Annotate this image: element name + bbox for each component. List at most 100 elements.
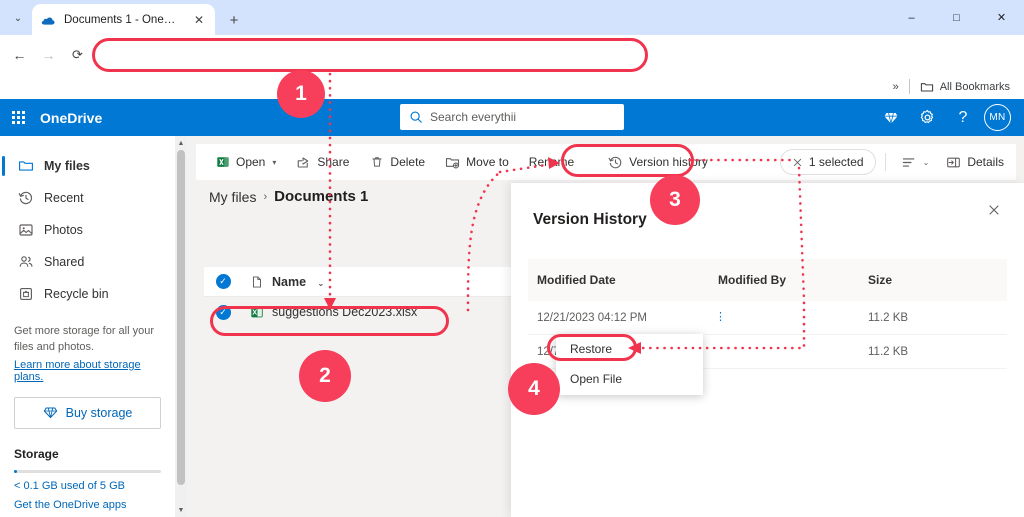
- share-icon: [296, 155, 311, 170]
- version-size: 11.2 KB: [868, 345, 909, 358]
- browser-tab-strip: ⌄ Documents 1 - OneDrive ✕ + – □ ✕: [0, 0, 1024, 35]
- open-button[interactable]: Open ▾: [206, 147, 285, 177]
- window-maximize-button[interactable]: □: [934, 0, 979, 35]
- trash-icon: [369, 155, 384, 170]
- chevron-down-icon[interactable]: ▾: [272, 158, 276, 167]
- chevron-down-icon[interactable]: ⌄: [923, 158, 930, 167]
- file-type-column-icon[interactable]: [242, 275, 272, 289]
- version-row-menu-icon[interactable]: ⋮: [715, 312, 726, 323]
- tab-close-icon[interactable]: ✕: [191, 12, 207, 28]
- history-clock-icon: [608, 155, 623, 170]
- excel-icon: [215, 155, 230, 170]
- move-to-label: Move to: [466, 155, 509, 169]
- onedrive-brand-label[interactable]: OneDrive: [40, 110, 102, 126]
- new-tab-button[interactable]: +: [222, 8, 246, 32]
- forward-icon[interactable]: →: [39, 45, 58, 64]
- move-to-button[interactable]: Move to: [436, 147, 518, 177]
- sort-button[interactable]: ⌄: [895, 147, 936, 177]
- scroll-down-icon[interactable]: ▼: [175, 503, 187, 517]
- back-icon[interactable]: ←: [10, 45, 29, 64]
- onedrive-apps-link[interactable]: Get the OneDrive apps: [14, 499, 161, 511]
- version-row[interactable]: 12/21/2023 04:12 PM ⋮ 11.2 KB: [528, 301, 1007, 335]
- version-row-context-menu: Restore Open File: [556, 334, 703, 395]
- storage-plans-link[interactable]: Learn more about storage plans.: [14, 359, 161, 383]
- bookmarks-divider: [908, 79, 910, 94]
- delete-button[interactable]: Delete: [360, 147, 434, 177]
- onedrive-cloud-icon: [41, 17, 55, 25]
- window-close-button[interactable]: ✕: [979, 0, 1024, 35]
- storage-used-label: < 0.1 GB used of 5 GB: [14, 479, 125, 492]
- help-icon[interactable]: ?: [948, 103, 978, 133]
- breadcrumb-separator-icon: ›: [263, 190, 268, 203]
- storage-promo-text: Get more storage for all your files and …: [14, 325, 155, 353]
- details-pane-icon: [946, 155, 961, 170]
- checkmark-circle-icon: ✓: [215, 304, 231, 320]
- window-controls: – □ ✕: [889, 0, 1024, 35]
- sidebar-item-label: Recent: [44, 191, 84, 205]
- search-input[interactable]: Search everythii: [400, 104, 624, 130]
- sidebar-item-recycle-bin[interactable]: Recycle bin: [0, 278, 175, 310]
- folder-icon: [17, 158, 34, 175]
- version-history-button[interactable]: Version history: [599, 147, 717, 177]
- sidebar-item-label: Photos: [44, 223, 83, 237]
- storage-progress-bar: [14, 469, 161, 473]
- tab-search-icon[interactable]: ⌄: [6, 6, 30, 30]
- annotation-step-1-label: 1: [295, 82, 307, 105]
- open-file-menu-item[interactable]: Open File: [556, 364, 703, 394]
- sidebar-item-my-files[interactable]: My files: [0, 150, 175, 182]
- rename-button[interactable]: Rename: [520, 147, 583, 177]
- buy-storage-label: Buy storage: [65, 405, 133, 420]
- search-placeholder: Search everythii: [430, 110, 517, 124]
- bookmarks-overflow-icon[interactable]: »: [889, 81, 903, 93]
- version-history-title: Version History: [533, 211, 647, 228]
- rename-label: Rename: [528, 155, 575, 169]
- people-icon: [17, 254, 34, 271]
- all-bookmarks-label: All Bookmarks: [939, 80, 1010, 93]
- version-history-label: Version history: [629, 155, 708, 169]
- sidebar-item-label: My files: [44, 159, 90, 173]
- all-bookmarks-button[interactable]: All Bookmarks: [916, 80, 1014, 94]
- browser-tab-title: Documents 1 - OneDrive: [64, 13, 183, 26]
- annotation-step-2-label: 2: [319, 364, 331, 387]
- close-icon[interactable]: [982, 198, 1006, 222]
- buy-storage-button[interactable]: Buy storage: [14, 396, 161, 429]
- details-button[interactable]: Details: [937, 147, 1006, 177]
- reload-icon[interactable]: ⟳: [68, 45, 87, 64]
- scroll-up-icon[interactable]: ▲: [175, 136, 187, 150]
- sidebar-scrollbar[interactable]: ▲ ▼: [175, 136, 187, 517]
- restore-menu-item[interactable]: Restore: [556, 334, 703, 364]
- bookmarks-bar: » All Bookmarks: [0, 74, 1024, 99]
- annotation-step-4-label: 4: [528, 377, 540, 400]
- chevron-down-icon[interactable]: ⌄: [318, 279, 325, 288]
- storage-heading: Storage: [14, 446, 59, 461]
- sidebar-item-label: Shared: [44, 255, 85, 269]
- sidebar-item-recent[interactable]: Recent: [0, 182, 175, 214]
- tab-search-glyph: ⌄: [13, 12, 23, 24]
- recycle-bin-icon: [17, 286, 34, 303]
- row-checkbox[interactable]: ✓: [204, 304, 242, 320]
- annotation-step-3-label: 3: [669, 188, 681, 211]
- app-launcher-icon[interactable]: [12, 110, 26, 125]
- browser-toolbar: ← → ⟳ onedrive.live.com/?id=DB0FD8220434…: [0, 35, 1024, 103]
- share-button[interactable]: Share: [287, 147, 358, 177]
- delete-label: Delete: [390, 155, 426, 169]
- annotation-step-1: 1: [277, 70, 325, 118]
- breadcrumb-root[interactable]: My files: [209, 189, 256, 205]
- column-header-modified-by: Modified By: [718, 273, 786, 287]
- suite-header-actions: ? MN: [876, 99, 1016, 136]
- sidebar-item-photos[interactable]: Photos: [0, 214, 175, 246]
- name-column-label: Name: [272, 274, 307, 289]
- scrollbar-thumb[interactable]: [177, 150, 185, 485]
- select-all-checkbox[interactable]: ✓: [204, 274, 242, 289]
- selection-count-pill[interactable]: 1 selected: [779, 149, 876, 175]
- sidebar-item-shared[interactable]: Shared: [0, 246, 175, 278]
- folder-icon: [920, 82, 933, 92]
- browser-tab[interactable]: Documents 1 - OneDrive ✕: [32, 4, 215, 35]
- window-minimize-button[interactable]: –: [889, 0, 934, 35]
- checkmark-circle-icon: ✓: [215, 274, 231, 289]
- close-x-icon[interactable]: [792, 157, 803, 168]
- avatar[interactable]: MN: [984, 104, 1011, 131]
- screen-root: ⌄ Documents 1 - OneDrive ✕ + – □ ✕ ← → ⟳…: [0, 0, 1024, 517]
- settings-gear-icon[interactable]: [912, 103, 942, 133]
- premium-diamond-icon[interactable]: [876, 103, 906, 133]
